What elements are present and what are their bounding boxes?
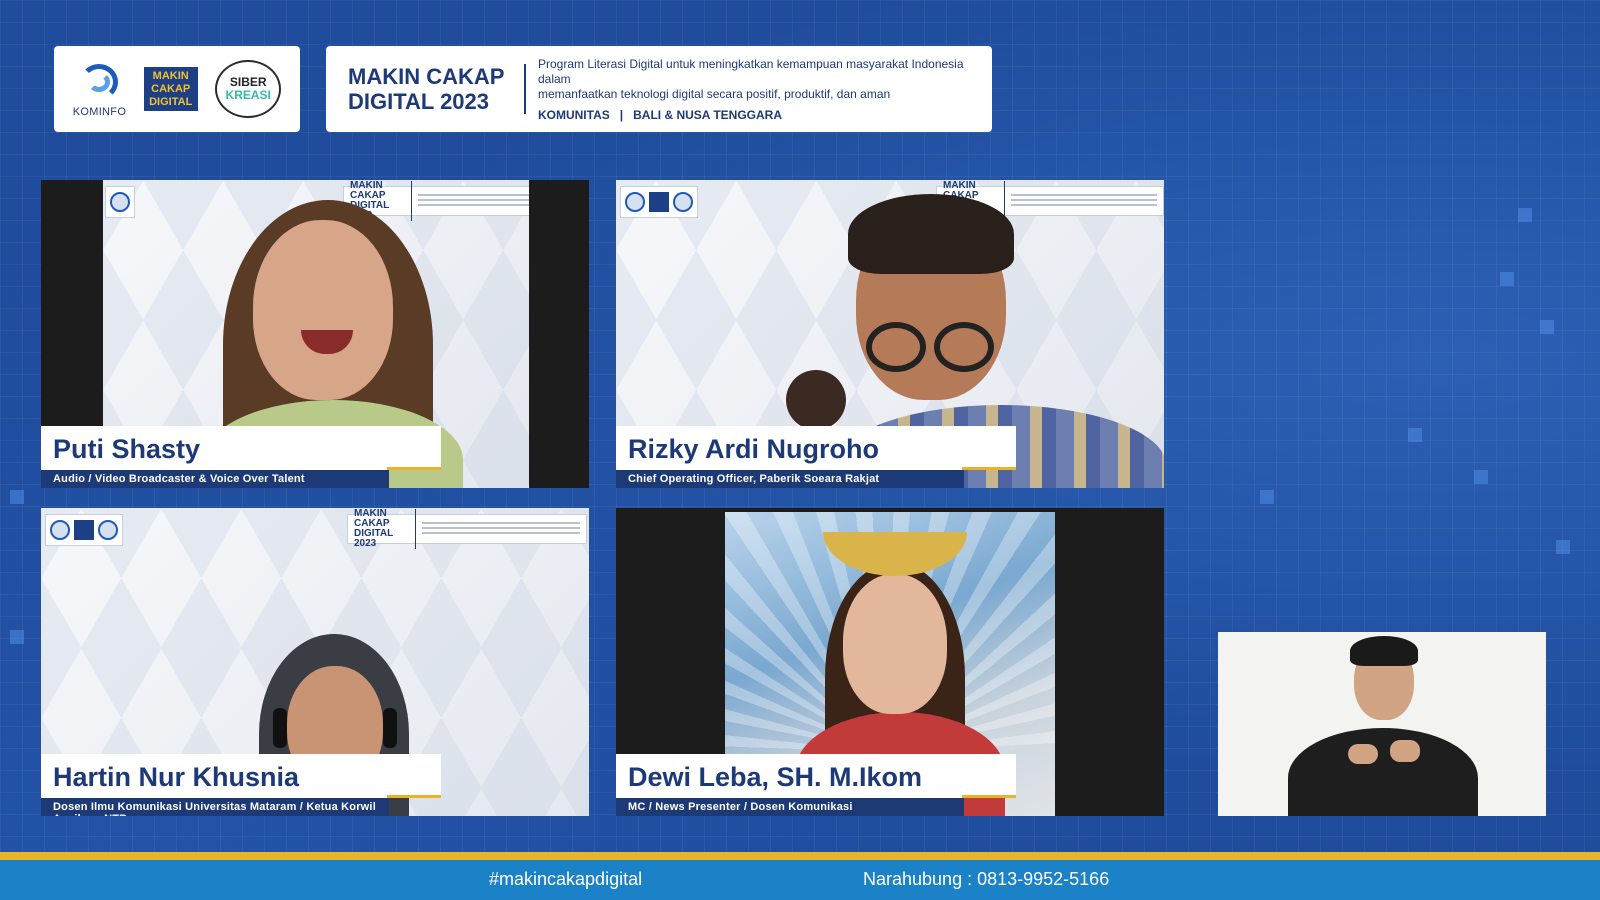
overlay-title: MAKIN CAKAP DIGITAL 2023 [343, 181, 529, 221]
logo-word: KREASI [225, 88, 271, 102]
sponsor-logos: KOMINFO MAKIN CAKAP DIGITAL SIBER KREASI [54, 46, 300, 132]
overlay-logo [620, 186, 698, 218]
siberkreasi-logo: SIBER KREASI [215, 60, 282, 118]
decor-square [1408, 428, 1422, 442]
video-tile-participant[interactable]: MAKIN CAKAP DIGITAL 2023 Rizky Ardi Nugr… [616, 180, 1164, 488]
kominfo-mark-icon [76, 60, 122, 104]
logo-word: CAKAP [151, 82, 191, 95]
footer-accent-strip [0, 852, 1600, 860]
name-plate: Puti Shasty Audio / Video Broadcaster & … [41, 426, 441, 488]
makin-cakap-digital-logo: MAKIN CAKAP DIGITAL [143, 67, 198, 111]
event-title-line: MAKIN CAKAP [348, 64, 505, 89]
video-tile-participant[interactable]: Dewi Leba, SH. M.Ikom MC / News Presente… [616, 508, 1164, 816]
event-title-line: DIGITAL 2023 [348, 89, 490, 114]
participant-name: Dewi Leba, SH. M.Ikom [616, 754, 1016, 798]
event-tags: KOMUNITAS | BALI & NUSA TENGGARA [538, 108, 978, 122]
video-tile-participant[interactable]: MAKIN CAKAP DIGITAL 2023 Hartin Nur Khus… [41, 508, 589, 816]
participant-role: Chief Operating Officer, Paberik Soeara … [616, 470, 964, 488]
footer-bar: #makincakapdigital Narahubung : 0813-995… [0, 860, 1600, 900]
description-line: Program Literasi Digital untuk meningkat… [537, 56, 964, 86]
name-plate: Rizky Ardi Nugroho Chief Operating Offic… [616, 426, 1016, 488]
kominfo-logo: KOMINFO [73, 60, 126, 118]
decor-square [10, 490, 24, 504]
decor-square [1260, 490, 1274, 504]
decor-square [1556, 540, 1570, 554]
tag-region: BALI & NUSA TENGGARA [633, 107, 782, 122]
participant-role: MC / News Presenter / Dosen Komunikasi [616, 798, 964, 816]
overlay-title: MAKIN CAKAP DIGITAL 2023 [347, 509, 587, 549]
tag-separator: | [619, 107, 624, 122]
overlay-logo [105, 186, 135, 218]
participant-role: Dosen Ilmu Komunikasi Universitas Matara… [41, 798, 389, 816]
event-description: Program Literasi Digital untuk meningkat… [526, 57, 978, 122]
tag-community: KOMUNITAS [537, 107, 610, 122]
decor-square [1500, 272, 1514, 286]
description-line: memanfaatkan teknologi digital secara po… [537, 86, 891, 101]
decor-square [10, 630, 24, 644]
decor-square [1518, 208, 1532, 222]
event-title: MAKIN CAKAP DIGITAL 2023 [348, 64, 526, 114]
participant-role: Audio / Video Broadcaster & Voice Over T… [41, 470, 389, 488]
logo-word: DIGITAL [149, 95, 193, 108]
decor-square [1540, 320, 1554, 334]
footer-hashtag: #makincakapdigital [489, 869, 643, 889]
event-title-card: MAKIN CAKAP DIGITAL 2023 Program Literas… [326, 46, 992, 132]
participant-name: Puti Shasty [41, 426, 441, 470]
participant-name: Hartin Nur Khusnia [41, 754, 441, 798]
footer-contact: Narahubung : 0813-9952-5166 [863, 869, 1110, 889]
name-plate: Hartin Nur Khusnia Dosen Ilmu Komunikasi… [41, 754, 441, 816]
kominfo-label: KOMINFO [72, 106, 127, 118]
decor-square [1474, 470, 1488, 484]
name-plate: Dewi Leba, SH. M.Ikom MC / News Presente… [616, 754, 1016, 816]
logo-word: MAKIN [152, 69, 189, 82]
sign-language-interpreter-video[interactable] [1218, 632, 1546, 816]
video-tile-participant[interactable]: MAKIN CAKAP DIGITAL 2023 Puti Shasty Aud… [41, 180, 589, 488]
participant-name: Rizky Ardi Nugroho [616, 426, 1016, 470]
overlay-logo [45, 514, 123, 546]
